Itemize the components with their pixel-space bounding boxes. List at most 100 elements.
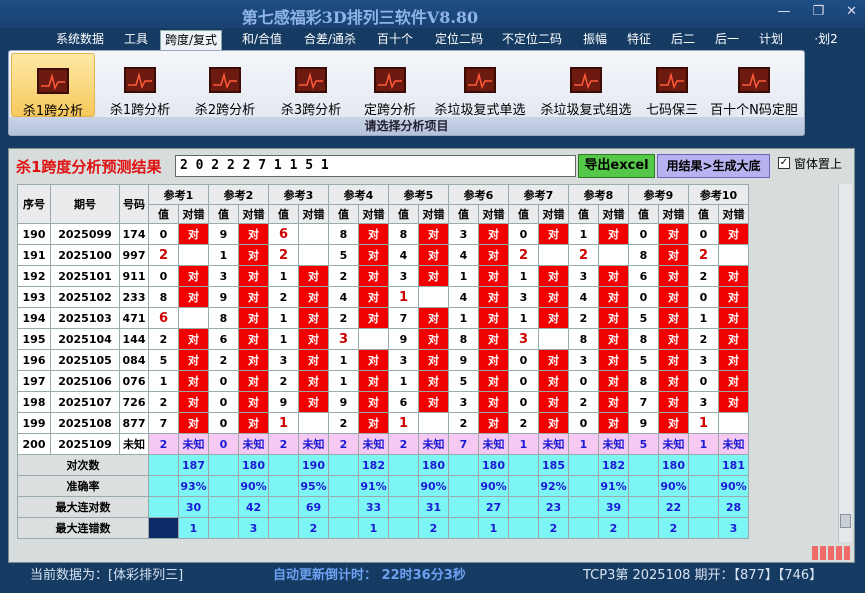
stat-row: 最大连对数 30 42 69 33 31 27 23 39 22 28: [17, 496, 749, 518]
header-ref: 参考6: [448, 184, 509, 205]
predicted-value: 2: [268, 433, 299, 455]
stat-value: 69: [298, 496, 329, 518]
unknown-result: 未知: [538, 433, 569, 455]
generate-base-button[interactable]: 用结果>生成大底: [657, 154, 770, 178]
minimize-button[interactable]: —: [777, 4, 790, 19]
ref-value: 0: [208, 391, 239, 413]
stat-blank: [448, 496, 479, 518]
chart-icon: [570, 67, 602, 93]
ref-value: 4: [328, 286, 359, 308]
predicted-value: 2: [388, 433, 419, 455]
ribbon-button-2[interactable]: 杀2跨分析: [185, 53, 265, 118]
ref-value: 5: [148, 349, 179, 371]
ribbon-button-0[interactable]: 杀1跨分析: [11, 53, 95, 119]
ribbon-button-3[interactable]: 杀3跨分析: [271, 53, 351, 118]
menu-item-10[interactable]: 后二: [666, 30, 700, 50]
ref-result: 对: [178, 349, 209, 371]
ref-value: 7: [388, 307, 419, 329]
ref-value: 2: [268, 244, 299, 266]
header-val: 值: [568, 204, 599, 224]
stat-value: 95%: [298, 475, 329, 497]
unknown-result: 未知: [478, 433, 509, 455]
stat-value: 30: [178, 496, 209, 518]
ref-value: 1: [688, 412, 719, 434]
vertical-scrollbar[interactable]: [838, 184, 852, 542]
menu-item-8[interactable]: 振幅: [578, 30, 612, 50]
ref-value: 0: [208, 412, 239, 434]
ribbon-button-7[interactable]: 七码保三: [641, 53, 703, 118]
ref-value: 3: [388, 265, 419, 287]
menu-item-6[interactable]: 定位二码: [430, 30, 488, 50]
ref-value: 9: [388, 328, 419, 350]
stat-label: 最大连对数: [17, 496, 149, 518]
ribbon-button-5[interactable]: 杀垃圾复式单选: [429, 53, 531, 118]
stat-value: 180: [238, 454, 269, 476]
ref-result: 对: [358, 307, 389, 329]
stat-value: 182: [598, 454, 629, 476]
row-period: 2025108: [50, 412, 120, 434]
stat-blank: [328, 517, 359, 539]
menu-item-4[interactable]: 合差/通杀: [300, 30, 360, 50]
menu-item-3[interactable]: 和/合值: [238, 30, 286, 50]
ref-result: 对: [358, 391, 389, 413]
scroll-thumb[interactable]: [840, 514, 851, 528]
row-code: 084: [119, 349, 149, 371]
stat-value: 91%: [598, 475, 629, 497]
ref-result: 对: [478, 349, 509, 371]
stat-value: 2: [598, 517, 629, 539]
ribbon-button-6[interactable]: 杀垃圾复式组选: [535, 53, 637, 118]
unknown-result: 未知: [418, 433, 449, 455]
ref-result: [538, 244, 569, 266]
export-excel-button[interactable]: 导出excel: [578, 154, 655, 178]
menu-item-9[interactable]: 特征: [622, 30, 656, 50]
result-numbers-field[interactable]: 2 0 2 2 2 7 1 1 5 1: [175, 155, 576, 177]
row-period: 2025105: [50, 349, 120, 371]
chart-icon: [37, 68, 69, 94]
ref-value: 6: [148, 307, 179, 329]
ref-result: [718, 244, 749, 266]
stat-blank: [388, 475, 419, 497]
ribbon-button-8[interactable]: 百十个N码定胆: [707, 53, 801, 118]
menu-item-1[interactable]: 工具: [120, 30, 152, 50]
resize-grip[interactable]: [812, 546, 850, 560]
stat-blank: [448, 517, 479, 539]
stat-value: 181: [718, 454, 749, 476]
header-ref: 参考8: [568, 184, 629, 205]
ref-value: 2: [328, 412, 359, 434]
ref-value: 7: [148, 412, 179, 434]
ref-result: 对: [238, 349, 269, 371]
ref-value: 1: [268, 265, 299, 287]
menu-item-12[interactable]: 计划: [754, 30, 788, 50]
close-button[interactable]: ✕: [846, 4, 857, 19]
ref-result: 对: [478, 370, 509, 392]
menu-item-5[interactable]: 百十个: [375, 30, 415, 50]
stat-label: 最大连错数: [17, 517, 149, 539]
topmost-checkbox[interactable]: ✓: [778, 157, 790, 169]
predicted-value: 1: [688, 433, 719, 455]
ref-value: 3: [508, 286, 539, 308]
ref-result: 对: [178, 286, 209, 308]
row-code: 471: [119, 307, 149, 329]
ribbon-button-1[interactable]: 杀1跨分析: [101, 53, 179, 118]
ref-value: 3: [568, 265, 599, 287]
ref-value: 5: [448, 370, 479, 392]
ribbon-button-4[interactable]: 定跨分析: [355, 53, 425, 118]
menu-item-11[interactable]: 后一: [710, 30, 744, 50]
menu-item-0[interactable]: 系统数据: [52, 30, 108, 50]
ref-result: 对: [598, 391, 629, 413]
predicted-value: 5: [628, 433, 659, 455]
maximize-button[interactable]: ❐: [812, 4, 824, 19]
ref-value: 0: [688, 223, 719, 245]
menu-item-13[interactable]: ·划2: [812, 30, 840, 50]
menu-item-2[interactable]: 跨度/复式: [160, 30, 222, 50]
stat-blank: [388, 517, 419, 539]
stat-blank: [148, 454, 179, 476]
ref-result: 对: [658, 307, 689, 329]
menu-item-7[interactable]: 不定位二码: [498, 30, 566, 50]
ref-value: 2: [328, 307, 359, 329]
ref-result: 对: [598, 307, 629, 329]
table-row: 190 2025099 174 0 对 9 对 6 8 对 8 对 3 对 0 对 1 对 0 对 0 对: [17, 223, 749, 245]
ref-result: [178, 307, 209, 329]
stat-value: 190: [298, 454, 329, 476]
ref-value: 8: [448, 328, 479, 350]
